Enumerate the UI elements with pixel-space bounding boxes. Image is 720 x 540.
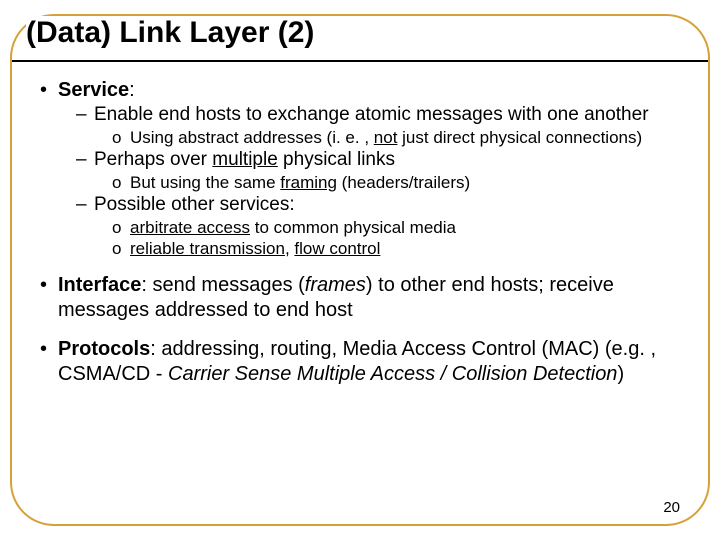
- slide: (Data) Link Layer (2) • Service: – Enabl…: [0, 0, 720, 540]
- iface-text1: : send messages (: [141, 274, 304, 296]
- proto-lead: Protocols: [58, 338, 150, 360]
- bullet-dot-icon: •: [40, 273, 58, 323]
- s1a-pre: Using abstract addresses (i. e. ,: [130, 128, 374, 147]
- bullet-service: • Service:: [40, 78, 690, 103]
- title-rule: [12, 60, 708, 62]
- sub-multiple-links: – Perhaps over multiple physical links: [76, 148, 690, 172]
- subsub-arbitrate-access-text: arbitrate access to common physical medi…: [130, 217, 690, 238]
- service-lead: Service: [58, 79, 129, 101]
- circ-icon: o: [112, 127, 130, 148]
- subsub-abstract-addresses-text: Using abstract addresses (i. e. , not ju…: [130, 127, 690, 148]
- s1a-not: not: [374, 128, 398, 147]
- s3b-u1: reliable transmission: [130, 239, 285, 258]
- subsub-arbitrate-access: o arbitrate access to common physical me…: [112, 217, 690, 238]
- bullet-protocols: • Protocols: addressing, routing, Media …: [40, 337, 690, 387]
- bullet-interface: • Interface: send messages (frames) to o…: [40, 273, 690, 323]
- slide-number: 20: [663, 499, 680, 516]
- s3a-u: arbitrate access: [130, 218, 250, 237]
- circ-icon: o: [112, 217, 130, 238]
- proto-i: Carrier Sense Multiple Access / Collisio…: [168, 363, 617, 385]
- subsub-same-framing-text: But using the same framing (headers/trai…: [130, 172, 690, 193]
- spacer: [40, 259, 690, 273]
- content-area: • Service: – Enable end hosts to exchang…: [40, 78, 690, 387]
- sub-enable-hosts: – Enable end hosts to exchange atomic me…: [76, 103, 690, 127]
- bullet-protocols-text: Protocols: addressing, routing, Media Ac…: [58, 337, 690, 387]
- subsub-reliable-transmission: o reliable transmission, flow control: [112, 238, 690, 259]
- subsub-abstract-addresses: o Using abstract addresses (i. e. , not …: [112, 127, 690, 148]
- service-tail: :: [129, 79, 135, 101]
- iface-i: frames: [305, 274, 366, 296]
- sub-other-services-text: Possible other services:: [94, 193, 690, 217]
- sub-multiple-links-text: Perhaps over multiple physical links: [94, 148, 690, 172]
- bullet-interface-text: Interface: send messages (frames) to oth…: [58, 273, 690, 323]
- subsub-same-framing: o But using the same framing (headers/tr…: [112, 172, 690, 193]
- s2-pre: Perhaps over: [94, 149, 212, 170]
- s2-post: physical links: [278, 149, 395, 170]
- slide-title: (Data) Link Layer (2): [26, 16, 320, 50]
- bullet-dot-icon: •: [40, 78, 58, 103]
- dash-icon: –: [76, 148, 94, 172]
- sub-enable-hosts-text: Enable end hosts to exchange atomic mess…: [94, 103, 690, 127]
- bullet-dot-icon: •: [40, 337, 58, 387]
- s3b-u2: flow control: [294, 239, 380, 258]
- subsub-reliable-transmission-text: reliable transmission, flow control: [130, 238, 690, 259]
- s2a-u: framing: [280, 173, 337, 192]
- s1a-post: just direct physical connections): [397, 128, 642, 147]
- spacer: [40, 323, 690, 337]
- iface-lead: Interface: [58, 274, 141, 296]
- proto-text2: ): [617, 363, 624, 385]
- circ-icon: o: [112, 172, 130, 193]
- s2a-pre: But using the same: [130, 173, 280, 192]
- circ-icon: o: [112, 238, 130, 259]
- s2-u: multiple: [212, 149, 277, 170]
- s2a-post: (headers/trailers): [337, 173, 470, 192]
- bullet-service-text: Service:: [58, 78, 690, 103]
- s3b-mid: ,: [285, 239, 294, 258]
- dash-icon: –: [76, 193, 94, 217]
- s3a-post: to common physical media: [250, 218, 456, 237]
- dash-icon: –: [76, 103, 94, 127]
- sub-other-services: – Possible other services:: [76, 193, 690, 217]
